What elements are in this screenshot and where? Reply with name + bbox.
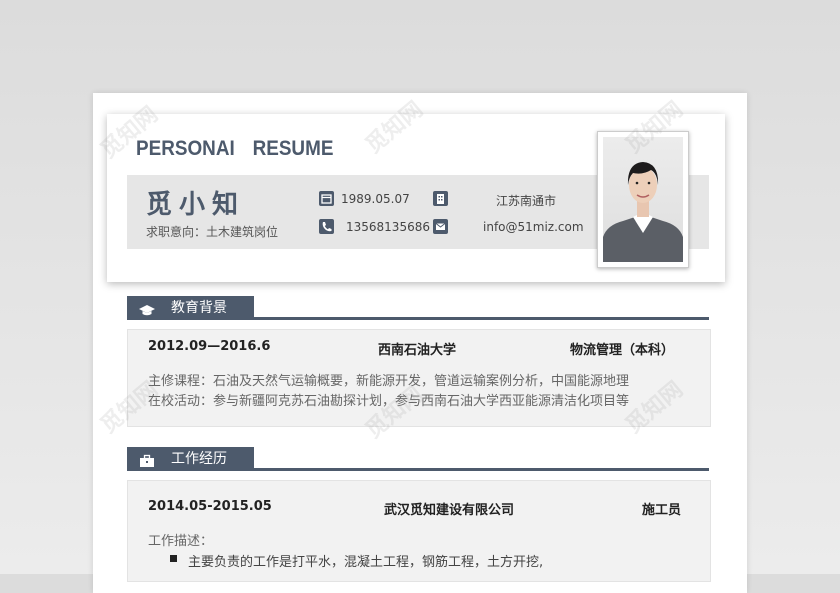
education-courses: 主修课程：石油及天然气运输概要，新能源开发，管道运输案例分析，中国能源地理 [148, 374, 630, 389]
email: info@51miz.com [483, 220, 584, 234]
work-bullet-1: 主要负责的工作是打平水，混凝土工程，钢筋工程，土方开挖, [188, 555, 544, 570]
education-section-tab: 教育背景 [127, 296, 254, 320]
briefcase-icon [139, 452, 155, 467]
job-intent: 求职意向：土木建筑岗位 [146, 225, 279, 239]
work-period: 2014.05-2015.05 [148, 499, 272, 514]
resume-title: PERSONAI RESUME [136, 137, 334, 160]
work-position: 施工员 [642, 503, 682, 518]
birth-date: 1989.05.07 [341, 192, 410, 206]
work-title: 工作经历 [171, 451, 227, 467]
building-icon [433, 191, 448, 206]
calendar-icon [319, 191, 334, 206]
work-company: 武汉觅知建设有限公司 [384, 503, 515, 518]
bullet-marker [170, 555, 177, 562]
education-major: 物流管理（本科） [570, 343, 675, 358]
graduation-cap-icon [139, 301, 155, 316]
work-desc-label: 工作描述： [148, 534, 214, 549]
education-activities: 在校活动：参与新疆阿克苏石油勘探计划，参与西南石油大学西亚能源清洁化项目等 [148, 394, 630, 409]
phone-icon [319, 219, 334, 234]
mail-icon [433, 219, 448, 234]
location: 江苏南通市 [496, 194, 557, 208]
education-school: 西南石油大学 [378, 343, 457, 358]
candidate-name: 觅小知 [146, 190, 246, 220]
education-period: 2012.09—2016.6 [148, 339, 271, 354]
education-title: 教育背景 [171, 300, 227, 316]
phone-number: 13568135686 [346, 220, 430, 234]
work-section-tab: 工作经历 [127, 447, 254, 471]
profile-photo [597, 131, 689, 268]
